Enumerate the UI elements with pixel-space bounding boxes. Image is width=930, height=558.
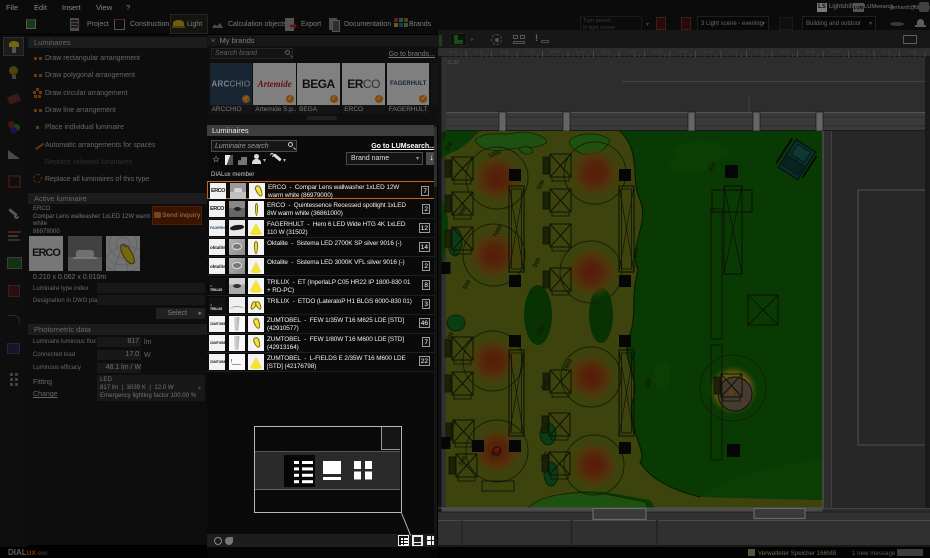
svg-text:300: 300 — [646, 377, 653, 388]
svg-text:11.50: 11.50 — [447, 60, 459, 66]
svg-text:300: 300 — [633, 247, 640, 258]
